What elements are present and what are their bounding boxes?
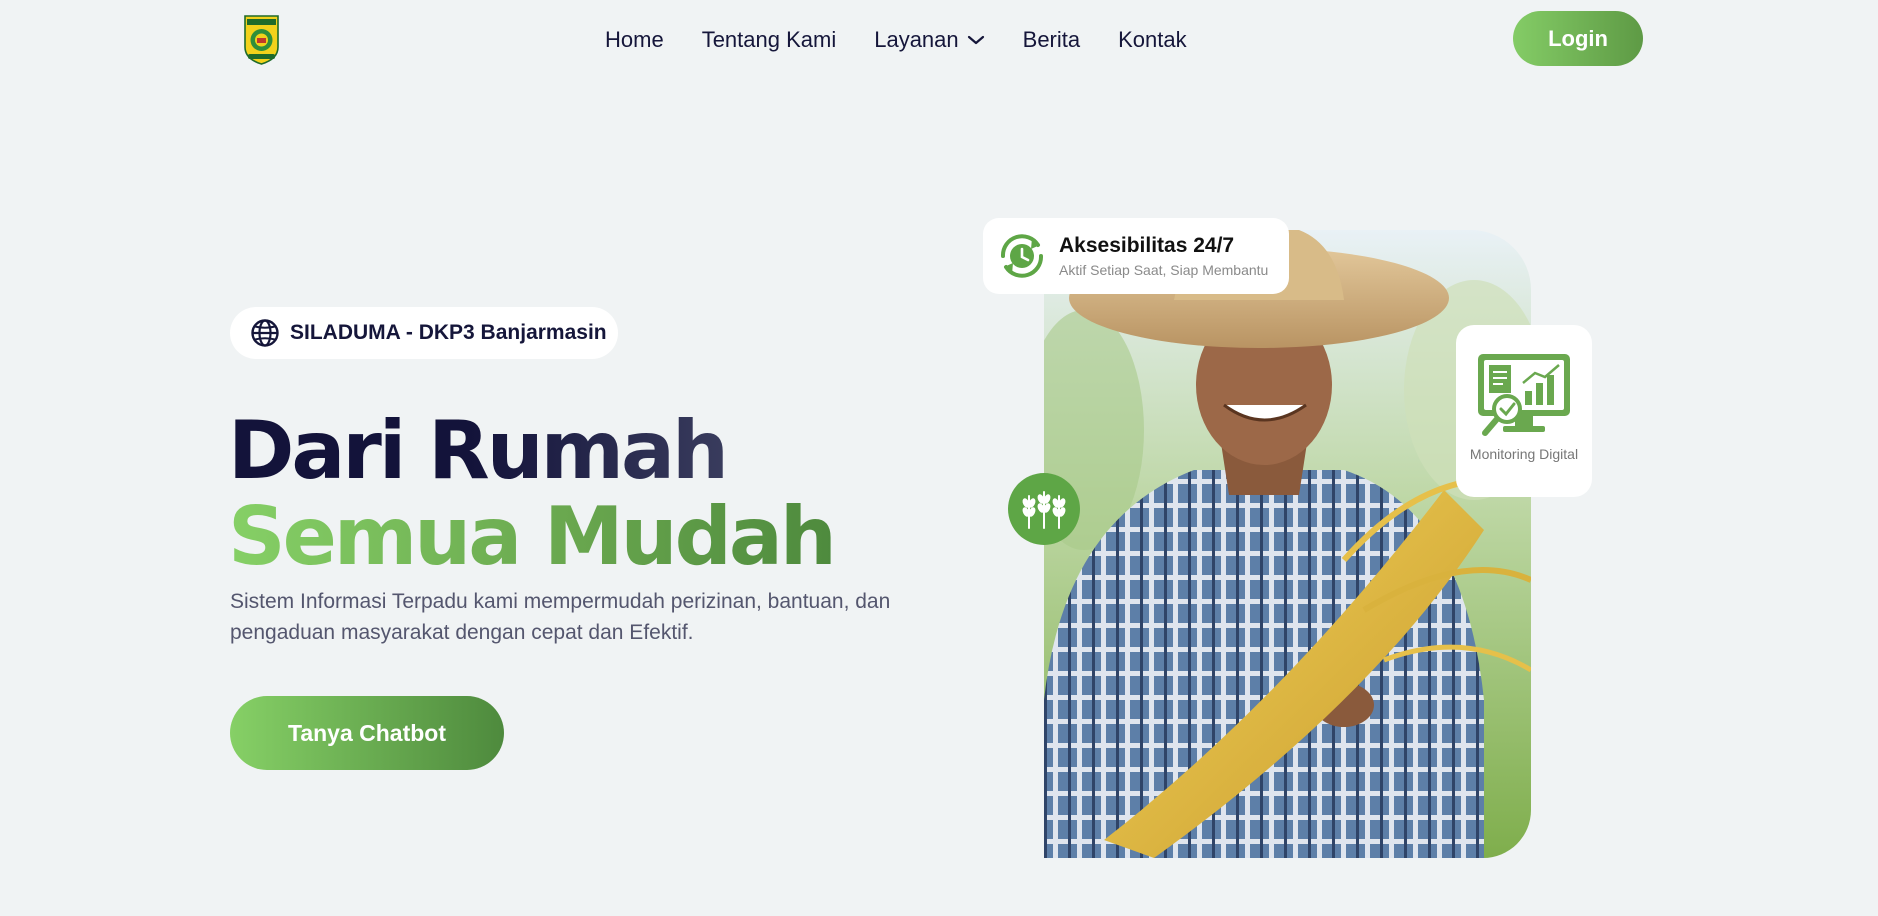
monitoring-card: Monitoring Digital <box>1456 325 1592 497</box>
nav-layanan-label: Layanan <box>874 27 959 52</box>
wheat-badge <box>1008 473 1080 545</box>
clock-refresh-icon <box>1000 234 1044 278</box>
nav-berita[interactable]: Berita <box>1023 27 1080 53</box>
monitor-chart-icon <box>1478 354 1570 436</box>
nav-home-label: Home <box>605 27 664 52</box>
nav-tentang-kami-label: Tentang Kami <box>701 27 837 52</box>
login-button[interactable]: Login <box>1513 11 1643 66</box>
monitoring-label: Monitoring Digital <box>1469 446 1579 462</box>
wheat-icon <box>1022 491 1066 529</box>
nav-home[interactable]: Home <box>605 27 664 53</box>
accessibility-title: Aksesibilitas 24/7 <box>1059 234 1235 257</box>
nav-layanan-dropdown[interactable]: Layanan <box>874 27 984 53</box>
hero-title-line2: Semua Mudah <box>228 490 837 583</box>
hero-badge: SILADUMA - DKP3 Banjarmasin <box>230 307 618 359</box>
chevron-down-icon <box>967 35 984 45</box>
accessibility-card-texts: Aksesibilitas 24/7 Aktif Setiap Saat, Si… <box>1059 234 1268 278</box>
farmer-photo <box>1044 230 1531 858</box>
nav-kontak[interactable]: Kontak <box>1118 27 1187 53</box>
globe-icon <box>251 319 279 347</box>
nav-berita-label: Berita <box>1022 27 1081 52</box>
nav-tentang-kami[interactable]: Tentang Kami <box>702 27 837 53</box>
main-nav: Home Tentang Kami Layanan Berita Kontak <box>605 22 1187 58</box>
chatbot-button[interactable]: Tanya Chatbot <box>230 696 504 770</box>
hero-title: Dari Rumah Semua Mudah <box>228 408 837 583</box>
hero-description: Sistem Informasi Terpadu kami mempermuda… <box>230 590 891 644</box>
hero-title-line1: Dari Rumah <box>228 408 834 494</box>
navbar: Home Tentang Kami Layanan Berita Kontak … <box>0 0 1878 78</box>
accessibility-subtitle: Aktif Setiap Saat, Siap Membantu <box>1059 262 1269 278</box>
nav-kontak-label: Kontak <box>1118 27 1187 52</box>
badge-text: SILADUMA - DKP3 Banjarmasin <box>290 321 607 344</box>
city-logo[interactable] <box>243 13 280 66</box>
accessibility-card: Aksesibilitas 24/7 Aktif Setiap Saat, Si… <box>983 218 1289 294</box>
